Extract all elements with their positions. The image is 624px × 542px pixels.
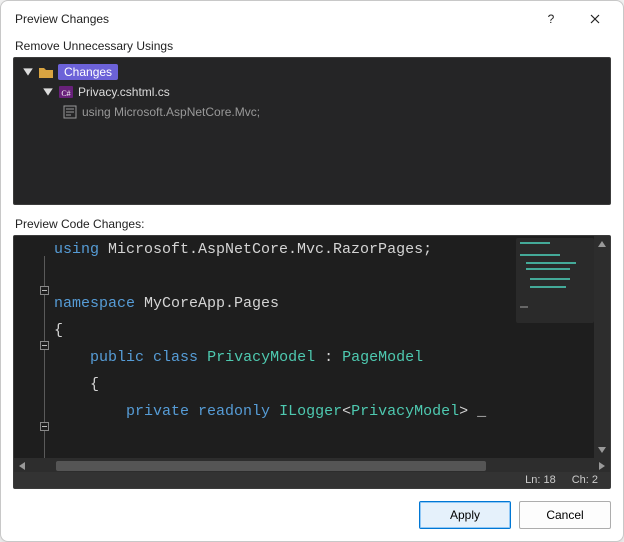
status-bar: Ln: 18 Ch: 2 [14, 472, 610, 488]
remove-usings-label: Remove Unnecessary Usings [15, 39, 611, 53]
vertical-scrollbar[interactable] [594, 236, 610, 458]
scroll-up-icon[interactable] [594, 236, 610, 252]
tree-using-label: using Microsoft.AspNetCore.Mvc; [82, 105, 260, 119]
code-editor[interactable]: using Microsoft.AspNetCore.Mvc.RazorPage… [13, 235, 611, 489]
fold-toggle[interactable] [40, 422, 49, 431]
tree-file-label: Privacy.cshtml.cs [78, 85, 170, 99]
dialog-title: Preview Changes [15, 12, 529, 26]
collapse-icon[interactable] [22, 66, 34, 78]
close-icon [590, 14, 600, 24]
code-preview-section: Preview Code Changes: using Microsoft.As… [13, 215, 611, 489]
changes-tree[interactable]: Changes C# Privacy.cshtml.cs using Micro… [13, 57, 611, 205]
tree-using-row[interactable]: using Microsoft.AspNetCore.Mvc; [18, 102, 606, 122]
scroll-thumb[interactable] [56, 461, 486, 471]
close-button[interactable] [573, 4, 617, 34]
code-snippet-icon [62, 104, 78, 120]
scroll-down-icon[interactable] [594, 442, 610, 458]
help-button[interactable]: ? [529, 4, 573, 34]
collapse-icon[interactable] [42, 86, 54, 98]
minimap[interactable] [516, 238, 594, 323]
gutter [14, 236, 52, 458]
apply-button[interactable]: Apply [419, 501, 511, 529]
fold-toggle[interactable] [40, 286, 49, 295]
cancel-button[interactable]: Cancel [519, 501, 611, 529]
titlebar: Preview Changes ? [1, 1, 623, 37]
button-row: Apply Cancel [1, 489, 623, 541]
csharp-file-icon: C# [58, 84, 74, 100]
svg-text:C#: C# [61, 89, 70, 98]
folder-icon [38, 64, 54, 80]
content-area: Remove Unnecessary Usings Changes C# Pri… [1, 37, 623, 489]
fold-toggle[interactable] [40, 341, 49, 350]
tree-root-row[interactable]: Changes [18, 62, 606, 82]
preview-code-label: Preview Code Changes: [15, 217, 611, 231]
tree-file-row[interactable]: C# Privacy.cshtml.cs [18, 82, 606, 102]
tree-root-label: Changes [58, 64, 118, 80]
status-line: Ln: 18 [525, 474, 556, 486]
preview-changes-dialog: Preview Changes ? Remove Unnecessary Usi… [0, 0, 624, 542]
status-col: Ch: 2 [572, 474, 598, 486]
